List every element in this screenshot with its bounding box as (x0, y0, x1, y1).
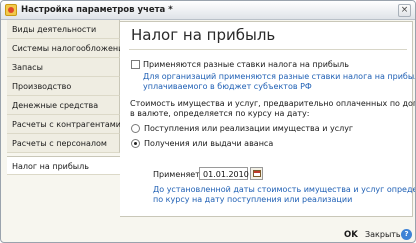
close-button[interactable]: × (398, 4, 411, 17)
sidebar-item-inventory[interactable]: Запасы (7, 58, 120, 77)
close-dialog-button[interactable]: Закрыть (365, 230, 401, 239)
sidebar-item-personnel[interactable]: Расчеты с персоналом (7, 134, 120, 153)
help-icon[interactable]: ? (401, 229, 412, 240)
settings-content-panel: Налог на прибыль Применяются разные став… (120, 21, 416, 217)
sidebar-item-tax-systems[interactable]: Системы налогообложения (7, 39, 128, 58)
calendar-icon (253, 170, 261, 177)
effective-date-input[interactable]: 01.01.2010 (199, 167, 249, 180)
title-divider (129, 49, 407, 50)
date-note-line1: До установленной даты стоимость имуществ… (153, 185, 416, 194)
different-rates-checkbox[interactable] (131, 60, 140, 69)
window-title: Настройка параметров учета * (21, 5, 173, 15)
different-rates-label[interactable]: Применяются разные ставки налога на приб… (143, 60, 349, 69)
currency-rate-text-line1: Стоимость имущества и услуг, предварител… (130, 99, 416, 108)
sidebar-item-label: Налог на прибыль (12, 162, 89, 171)
calendar-button[interactable] (250, 167, 263, 180)
sidebar-item-label: Запасы (12, 63, 43, 72)
sidebar-item-label: Расчеты с контрагентами (12, 120, 121, 129)
radio-advance-label[interactable]: Получения или выдачи аванса (144, 139, 273, 148)
settings-window: Настройка параметров учета * × Виды деят… (0, 0, 416, 243)
different-rates-note-line2: уплачиваемого в бюджет субъектов РФ (143, 82, 312, 91)
app-icon (5, 4, 17, 16)
page-title: Налог на прибыль (131, 26, 276, 44)
sidebar-item-cash[interactable]: Денежные средства (7, 96, 120, 115)
radio-advance[interactable] (131, 139, 140, 148)
sidebar-item-activities[interactable]: Виды деятельности (7, 20, 120, 39)
sidebar-item-profit-tax[interactable]: Налог на прибыль (7, 156, 120, 175)
title-bar[interactable]: Настройка параметров учета * × (1, 1, 415, 20)
sidebar-item-label: Расчеты с персоналом (12, 139, 107, 148)
sidebar-item-production[interactable]: Производство (7, 77, 120, 96)
ok-button[interactable]: OK (344, 230, 358, 240)
sidebar-item-label: Виды деятельности (12, 25, 97, 34)
settings-sidebar: Виды деятельности Системы налогообложени… (7, 20, 128, 176)
radio-receipt-or-sale-label[interactable]: Поступления или реализации имущества и у… (144, 124, 353, 133)
sidebar-item-counterparties[interactable]: Расчеты с контрагентами (7, 115, 121, 134)
currency-rate-text-line2: в валюте, определяется по курсу на дату: (130, 109, 310, 118)
sidebar-item-label: Денежные средства (12, 101, 99, 110)
sidebar-item-label: Производство (12, 82, 72, 91)
different-rates-note-line1: Для организаций применяются разные ставк… (143, 72, 416, 81)
radio-receipt-or-sale[interactable] (131, 124, 140, 133)
date-note-line2: по курсу на дату поступления или реализа… (153, 195, 353, 204)
sidebar-item-label: Системы налогообложения (12, 44, 129, 53)
